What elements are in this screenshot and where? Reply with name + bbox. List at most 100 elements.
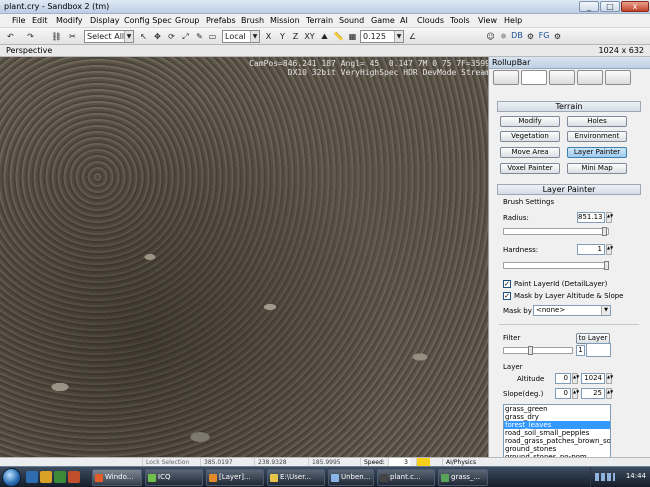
taskbar-item-grass[interactable]: grass_... <box>438 469 488 486</box>
character-icon[interactable]: ☺ <box>484 30 497 43</box>
axis-z-toggle[interactable]: Z <box>289 30 302 43</box>
layers-tab-icon[interactable] <box>605 70 631 85</box>
menu-tools[interactable]: Tools <box>450 16 470 25</box>
menu-group[interactable]: Group <box>175 16 199 25</box>
unlink-icon[interactable]: ✂ <box>66 30 79 43</box>
menu-help[interactable]: Help <box>504 16 522 25</box>
undo-icon[interactable]: ↶ <box>4 30 17 43</box>
menu-file[interactable]: File <box>12 16 25 25</box>
menu-terrain[interactable]: Terrain <box>306 16 333 25</box>
radius-slider[interactable] <box>503 227 609 236</box>
redo-icon[interactable]: ↷ <box>24 30 37 43</box>
altitude-min-input[interactable]: 0 <box>555 373 571 384</box>
selection-dropdown[interactable]: Select All ▼ <box>84 30 134 43</box>
environment-button[interactable]: Environment <box>567 131 627 142</box>
physics-icon[interactable]: ⚛ <box>497 30 510 43</box>
close-button[interactable]: x <box>621 1 649 12</box>
menu-config-spec[interactable]: Config Spec <box>124 16 172 25</box>
layer-painter-section-header[interactable]: Layer Painter <box>497 184 641 195</box>
terrain-tab-icon[interactable] <box>521 70 547 85</box>
hardness-input[interactable]: 1 <box>577 244 605 255</box>
show-desktop-icon[interactable] <box>26 471 38 483</box>
mask-by-dropdown[interactable]: <none> ▼ <box>533 305 611 316</box>
axis-y-toggle[interactable]: Y <box>276 30 289 43</box>
coord-system-dropdown[interactable]: Local ▼ <box>222 30 260 43</box>
hardness-slider-thumb[interactable] <box>604 261 609 270</box>
explorer-icon[interactable] <box>40 471 52 483</box>
axis-x-toggle[interactable]: X <box>262 30 275 43</box>
altitude-max-spinner[interactable]: ▲▼ <box>606 373 613 384</box>
voxel-painter-button[interactable]: Voxel Painter <box>500 163 560 174</box>
taskbar-item-unben[interactable]: Unben... <box>328 469 374 486</box>
move-area-button[interactable]: Move Area <box>500 147 560 158</box>
list-item[interactable]: road_grass_patches_brown_soil <box>504 437 610 445</box>
list-item[interactable]: road_soil_small_pepples <box>504 429 610 437</box>
axis-xy-toggle[interactable]: XY <box>302 30 317 43</box>
menu-game[interactable]: Game <box>371 16 395 25</box>
menu-modify[interactable]: Modify <box>56 16 83 25</box>
db-button[interactable]: DB <box>510 30 524 43</box>
list-item[interactable]: ground_stones <box>504 445 610 453</box>
taskbar-item-plant[interactable]: plant.c... <box>377 469 435 486</box>
slope-min-input[interactable]: 0 <box>555 388 571 399</box>
holes-button[interactable]: Holes <box>567 116 627 127</box>
menu-sound[interactable]: Sound <box>339 16 364 25</box>
list-item[interactable]: grass_green <box>504 405 610 413</box>
layer-painter-button[interactable]: Layer Painter <box>567 147 627 158</box>
menu-clouds[interactable]: Clouds <box>417 16 444 25</box>
modify-button[interactable]: Modify <box>500 116 560 127</box>
select-box-icon[interactable]: ▭ <box>206 30 219 43</box>
filter-color-swatch[interactable] <box>586 343 611 357</box>
maximize-button[interactable]: □ <box>600 1 620 12</box>
quicklaunch-icon[interactable] <box>54 471 66 483</box>
viewport-name[interactable]: Perspective <box>6 46 52 55</box>
perspective-viewport[interactable]: CamPos=846.241 187 Angl= 45 0.147 7M 0 7… <box>0 57 488 457</box>
display-tab-icon[interactable] <box>577 70 603 85</box>
modeling-tab-icon[interactable] <box>549 70 575 85</box>
select-arrow-icon[interactable]: ↖ <box>137 30 150 43</box>
terrain-section-header[interactable]: Terrain <box>497 101 641 112</box>
altitude-max-input[interactable]: 1024 <box>581 373 605 384</box>
paint-layer-id-checkbox[interactable]: ✓ <box>503 280 511 288</box>
menu-brush[interactable]: Brush <box>241 16 264 25</box>
link-icon[interactable]: ⛓ <box>50 30 63 43</box>
hardness-slider[interactable] <box>503 261 609 270</box>
radius-input[interactable]: 851.13 <box>577 212 605 223</box>
slope-max-input[interactable]: 25 <box>581 388 605 399</box>
angle-snap-icon[interactable]: ∠ <box>406 30 419 43</box>
mask-altitude-slope-checkbox[interactable]: ✓ <box>503 292 511 300</box>
taskbar-item-windows[interactable]: Windo... <box>92 469 142 486</box>
radius-slider-thumb[interactable] <box>602 227 607 236</box>
paint-icon[interactable]: ✎ <box>193 30 206 43</box>
taskbar-item-explorer[interactable]: E:\User... <box>267 469 325 486</box>
start-button[interactable] <box>2 468 21 487</box>
vegetation-button[interactable]: Vegetation <box>500 131 560 142</box>
menu-edit[interactable]: Edit <box>32 16 48 25</box>
objects-tab-icon[interactable] <box>493 70 519 85</box>
rotate-icon[interactable]: ⟳ <box>165 30 178 43</box>
menu-ai[interactable]: AI <box>400 16 408 25</box>
list-item-selected[interactable]: forest_leaves <box>504 421 610 429</box>
filter-slider-thumb[interactable] <box>528 346 533 355</box>
filter-slider[interactable] <box>503 346 573 355</box>
taskbar-item-icq[interactable]: ICQ <box>145 469 203 486</box>
altitude-min-spinner[interactable]: ▲▼ <box>572 373 579 384</box>
db-settings-icon[interactable]: ⚙ <box>524 30 537 43</box>
slope-min-spinner[interactable]: ▲▼ <box>572 388 579 399</box>
clock[interactable]: 14:44 <box>626 472 646 480</box>
fg-button[interactable]: FG <box>537 30 551 43</box>
tray-icons[interactable] <box>595 473 615 481</box>
menu-prefabs[interactable]: Prefabs <box>206 16 236 25</box>
grid-size-dropdown[interactable]: 0.125 ▼ <box>360 30 404 43</box>
scale-icon[interactable]: ⤢ <box>179 30 192 43</box>
slope-max-spinner[interactable]: ▲▼ <box>606 388 613 399</box>
mini-map-button[interactable]: Mini Map <box>567 163 627 174</box>
fg-settings-icon[interactable]: ⚙ <box>551 30 564 43</box>
minimize-button[interactable]: _ <box>579 1 599 12</box>
browser-icon[interactable] <box>68 471 80 483</box>
menu-view[interactable]: View <box>478 16 497 25</box>
menu-mission[interactable]: Mission <box>270 16 300 25</box>
terrain-snap-icon[interactable]: ⛰ <box>318 30 331 43</box>
menu-display[interactable]: Display <box>90 16 120 25</box>
hardness-spinner[interactable]: ▲▼ <box>606 244 613 255</box>
